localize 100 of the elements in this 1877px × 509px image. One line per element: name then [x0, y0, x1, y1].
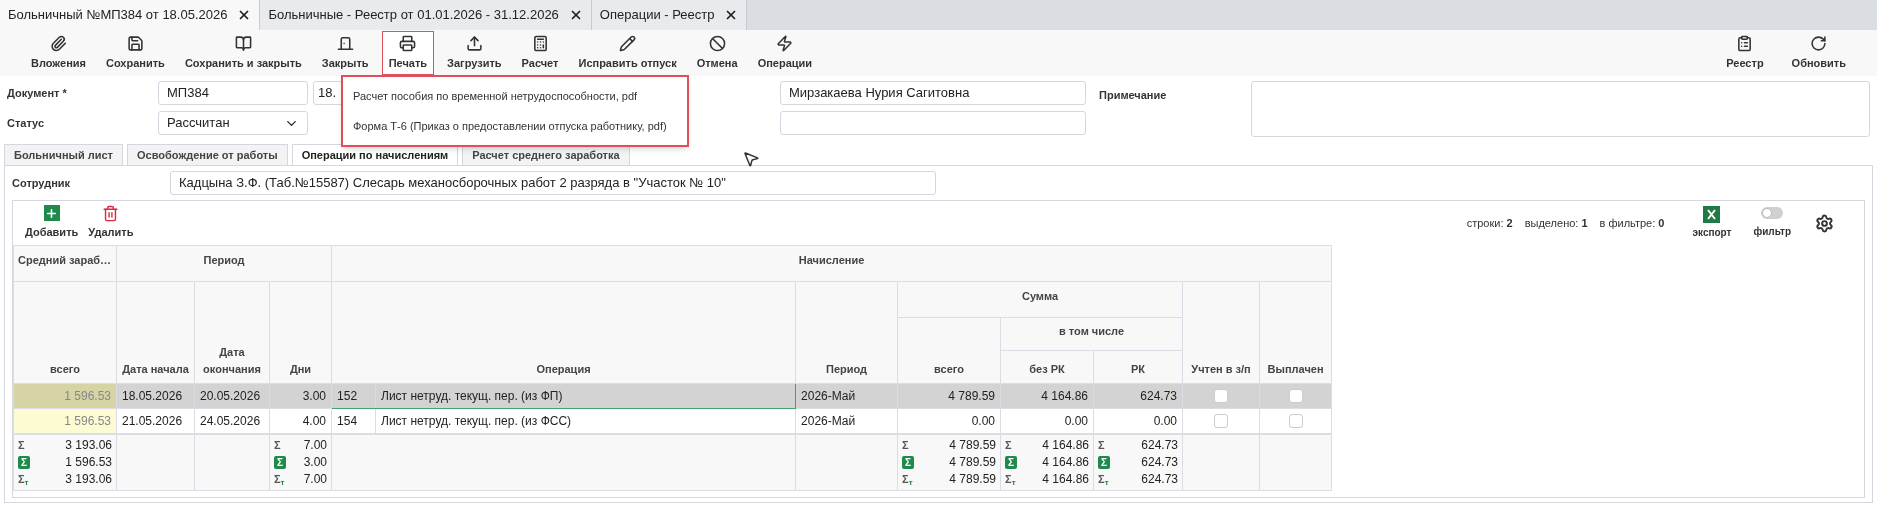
document-tab[interactable]: Больничные - Реестр от 01.01.2026 - 31.12.2026	[260, 0, 592, 30]
field-label: Документ *	[7, 85, 68, 101]
column-header: без РК	[1000, 350, 1094, 384]
table-cell: 2026-Май	[795, 383, 898, 409]
document-tab[interactable]: Больничный №МП384 от 18.05.2026	[0, 0, 261, 30]
toolbar-button[interactable]: Загрузить	[440, 31, 509, 75]
toolbar-button[interactable]: Печать	[381, 31, 435, 75]
toolbar-button[interactable]: Закрыть	[314, 31, 376, 75]
filtered-sum-mark: Σ$_{т}$	[1098, 471, 1109, 488]
total-value: 4 164.86	[1042, 437, 1090, 454]
input-field[interactable]: Мирзакаева Нурия Сагитовна	[780, 81, 1086, 105]
selected-sum-badge: Σ	[1098, 455, 1111, 469]
column-header: Период	[116, 245, 332, 282]
tab-title: Операции - Реестр	[599, 6, 715, 25]
toolbar-button[interactable]: Операции	[750, 31, 820, 75]
export-button[interactable]: экспорт	[1692, 206, 1732, 240]
sum-mark: Σ	[274, 437, 281, 453]
checkbox[interactable]	[1288, 413, 1303, 428]
delete-button[interactable]: Удалить	[88, 205, 134, 241]
selected-sum-badge: Σ	[274, 455, 286, 469]
printer-icon	[399, 34, 417, 52]
status-select[interactable]: Рассчитан	[158, 111, 308, 135]
input-field[interactable]: Кадцына З.Ф. (Таб.№15587) Слесарь механосборочных работ 2 разряда в "Участок № 10"	[170, 171, 936, 195]
column-header: Начисление	[331, 245, 1332, 282]
calculator-icon	[531, 34, 549, 52]
section-tab[interactable]: Больничный лист	[4, 144, 123, 165]
field-label: Статус	[7, 115, 46, 131]
table-cell: 152	[331, 383, 376, 409]
total-value: 624.73	[1141, 471, 1179, 488]
grid-stat: строки: 2	[1466, 215, 1513, 231]
filter-toggle[interactable]: фильтр	[1753, 207, 1791, 239]
column-header: Учтен в з/п	[1182, 281, 1260, 384]
checkbox[interactable]	[1214, 389, 1229, 403]
table-cell: 3.00	[269, 383, 332, 409]
toolbar-button[interactable]: Расчет	[514, 31, 566, 75]
door-icon	[336, 34, 354, 52]
trash-icon	[102, 205, 120, 223]
total-value: 4 789.59	[949, 437, 997, 454]
filtered-sum-mark: Σ$_{т}$	[902, 471, 913, 488]
checkbox[interactable]	[1214, 413, 1229, 428]
total-value: 624.73	[1141, 437, 1179, 454]
sum-mark: Σ	[18, 437, 25, 453]
tab-title: Больничные - Реестр от 01.01.2026 - 31.12.2026	[268, 6, 559, 25]
checkbox[interactable]	[1288, 389, 1303, 403]
total-value: 3 193.06	[65, 471, 112, 488]
total-value: 1 596.53	[65, 454, 112, 471]
total-value: 7.00	[303, 437, 328, 454]
table-row[interactable]: 1 596.53 18.05.2026 20.05.2026 3.00 152 Лист нетруд. текущ. пер. (из ФП) 2026-Май 4 789.59 4 164.86 624.73	[13, 383, 1332, 409]
column-header: Сумма	[897, 281, 1183, 318]
toolbar-button[interactable]: Исправить отпуск	[571, 31, 684, 75]
column-header: Выплачен	[1259, 281, 1332, 384]
menu-item[interactable]: Расчет пособия по временной нетрудоспособности, pdf	[343, 81, 687, 111]
document-tab[interactable]: Операции - Реестр	[591, 0, 748, 30]
column-header: Дни	[269, 281, 332, 384]
table-cell: 1 596.53	[13, 383, 117, 409]
table-cell: Лист нетруд. текущ. пер. (из ФП)	[375, 383, 796, 409]
toolbar-button[interactable]: Обновить	[1784, 31, 1853, 75]
toolbar-button[interactable]: Реестр	[1719, 31, 1771, 75]
pencil-icon	[619, 34, 637, 52]
toolbar-button[interactable]: Сохранить и закрыть	[177, 31, 309, 75]
sum-mark: Σ	[1098, 437, 1105, 453]
column-header: Дата окончания	[194, 281, 270, 384]
sum-mark: Σ	[1005, 437, 1012, 453]
column-header: всего	[13, 281, 117, 384]
toolbar-button[interactable]: Вложения	[24, 31, 93, 75]
total-value: 4 164.86	[1042, 454, 1090, 471]
settings-icon[interactable]	[1815, 213, 1834, 233]
column-header: всего	[897, 317, 1001, 384]
refresh-icon	[1810, 34, 1828, 52]
menu-item[interactable]: Форма Т-6 (Приказ о предоставлении отпуска работнику, pdf)	[343, 111, 687, 141]
toolbar-button[interactable]: Сохранить	[98, 31, 172, 75]
input-field[interactable]	[780, 111, 1086, 135]
paperclip-icon	[50, 34, 67, 52]
table-cell: 20.05.2026	[194, 383, 270, 409]
total-value: 7.00	[303, 471, 328, 488]
toolbar-button[interactable]: Отмена	[689, 31, 745, 75]
table-row[interactable]: 1 596.53 21.05.2026 24.05.2026 4.00 154 Лист нетруд. текущ. пер. (из ФСС) 2026-Май 0.00 0.00 0.00	[13, 408, 1332, 434]
table-cell: 624.73	[1093, 383, 1183, 409]
field-label: Примечание	[1099, 88, 1168, 103]
sum-mark: Σ	[902, 437, 909, 453]
add-button[interactable]: Добавить	[25, 205, 79, 241]
filtered-sum-mark: Σ$_{т}$	[1005, 471, 1016, 488]
upload-icon	[465, 34, 483, 52]
input-field[interactable]: МП384	[158, 81, 308, 105]
filtered-sum-mark: Σ$_{т}$	[18, 471, 29, 488]
total-value: 4 164.86	[1042, 471, 1090, 488]
total-value: 3.00	[303, 454, 328, 471]
column-header: Период	[795, 281, 898, 384]
selected-sum-badge: Σ	[1005, 455, 1018, 469]
column-header: Дата начала	[116, 281, 195, 384]
table-cell: 4 789.59	[897, 383, 1001, 409]
total-value: 4 789.59	[949, 471, 997, 488]
lightning-icon	[776, 34, 794, 52]
section-tab[interactable]: Освобождение от работы	[127, 144, 288, 165]
tab-title: Больничный №МП384 от 18.05.2026	[8, 6, 228, 25]
plus-icon	[43, 205, 60, 222]
total-value: 624.73	[1141, 454, 1179, 471]
note-textarea[interactable]	[1251, 81, 1870, 137]
ban-icon	[708, 34, 726, 52]
book-icon	[234, 34, 252, 52]
